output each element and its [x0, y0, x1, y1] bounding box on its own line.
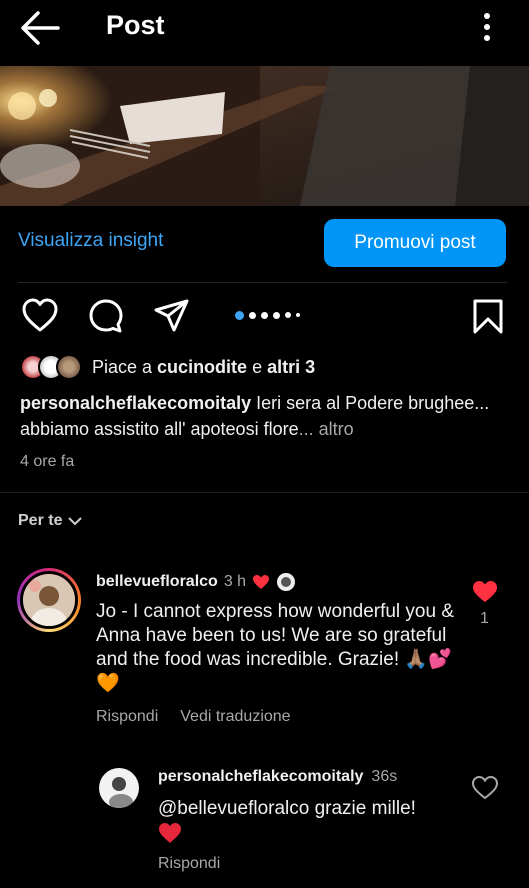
heart-icon[interactable]	[21, 297, 59, 335]
reply-text: @bellevuefloralco grazie mille!	[158, 798, 416, 819]
post-timestamp: 4 ore fa	[20, 453, 75, 470]
reply-button[interactable]: Rispondi	[96, 708, 158, 726]
liker-avatar	[56, 354, 82, 380]
post-caption: personalcheflakecomoitaly Ieri sera al P…	[20, 393, 490, 439]
caption-more-link[interactable]: altro	[319, 419, 354, 439]
reply-header: personalcheflakecomoitaly 36s	[158, 768, 397, 786]
comment-header: bellevuefloralco 3 h	[96, 572, 296, 592]
author-liked-heart-icon	[253, 575, 270, 589]
comment-like-count: 1	[480, 610, 489, 627]
reply-username[interactable]: personalcheflakecomoitaly	[158, 768, 363, 786]
carousel-indicator	[235, 309, 300, 321]
liker-username: cucinodite	[157, 356, 248, 377]
caption-username[interactable]: personalcheflakecomoitaly	[20, 393, 251, 413]
view-insights-link[interactable]: Visualizza insight	[18, 230, 163, 252]
reply-reply-button[interactable]: Rispondi	[158, 855, 220, 873]
commenter-avatar[interactable]	[17, 568, 81, 632]
arrow-left-icon[interactable]	[18, 8, 62, 48]
divider	[0, 492, 529, 493]
post-image[interactable]	[0, 66, 529, 206]
carousel-dot	[285, 312, 291, 318]
comment-like-heart-icon[interactable]	[472, 580, 498, 604]
more-vertical-icon[interactable]	[477, 10, 497, 44]
comment-time: 3 h	[223, 573, 247, 590]
comment-actions: Rispondi Vedi traduzione	[96, 708, 291, 726]
page-title: Post	[106, 10, 165, 40]
top-bar: Post	[0, 0, 529, 66]
promote-post-button[interactable]: Promuovi post	[324, 219, 506, 267]
chevron-down-icon	[68, 517, 83, 526]
likes-others: altri 3	[267, 356, 316, 377]
comment-icon[interactable]	[87, 297, 125, 335]
carousel-dot	[296, 313, 300, 317]
carousel-dot-active	[235, 310, 244, 320]
divider	[18, 282, 507, 283]
likes-summary[interactable]: Piace a cucinodite e altri 3	[20, 352, 315, 382]
likes-text: Piace a cucinodite e altri 3	[92, 356, 316, 377]
carousel-dot	[273, 311, 280, 319]
comments-filter-dropdown[interactable]: Per te	[18, 512, 83, 530]
carousel-dot	[249, 311, 256, 319]
carousel-dot	[261, 311, 268, 319]
red-heart-emoji-icon	[159, 823, 181, 843]
reply-time: 36s	[371, 768, 398, 785]
share-icon[interactable]	[153, 297, 191, 335]
comment-text: Jo - I cannot express how wonderful you …	[96, 601, 455, 694]
post-action-bar	[0, 293, 529, 339]
bookmark-icon[interactable]	[469, 297, 507, 335]
comment-username[interactable]: bellevuefloralco	[96, 573, 218, 591]
see-translation-button[interactable]: Vedi traduzione	[180, 708, 290, 726]
author-avatar-icon	[277, 573, 296, 591]
reply-avatar[interactable]	[99, 768, 139, 808]
reply-like-heart-icon[interactable]	[472, 776, 498, 800]
